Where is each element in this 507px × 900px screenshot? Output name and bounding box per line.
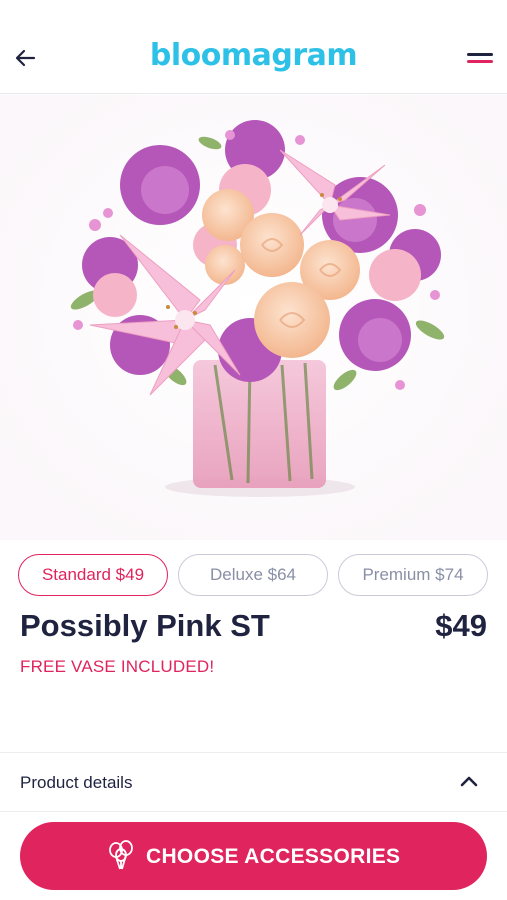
menu-button[interactable]: [463, 48, 497, 70]
app-header: bloomagram: [0, 0, 507, 94]
product-details-label: Product details: [20, 773, 133, 792]
brand-logo[interactable]: bloomagram: [0, 38, 507, 73]
hamburger-menu-icon: [467, 53, 493, 56]
product-title: Possibly Pink ST: [20, 608, 270, 643]
chevron-up-icon: [460, 776, 478, 787]
size-option-standard[interactable]: Standard $49: [18, 554, 168, 596]
balloons-icon: [109, 840, 133, 870]
product-image: [0, 95, 507, 540]
product-price: $49: [435, 608, 487, 643]
product-details-toggle[interactable]: Product details: [0, 752, 507, 812]
choose-accessories-label: CHOOSE ACCESSORIES: [146, 845, 401, 868]
size-options: Standard $49 Deluxe $64 Premium $74: [18, 554, 490, 598]
hamburger-menu-accent: [467, 60, 493, 63]
choose-accessories-button[interactable]: CHOOSE ACCESSORIES: [20, 822, 487, 890]
promo-text: FREE VASE INCLUDED!: [20, 657, 215, 676]
size-option-deluxe[interactable]: Deluxe $64: [178, 554, 328, 596]
size-option-premium[interactable]: Premium $74: [338, 554, 488, 596]
